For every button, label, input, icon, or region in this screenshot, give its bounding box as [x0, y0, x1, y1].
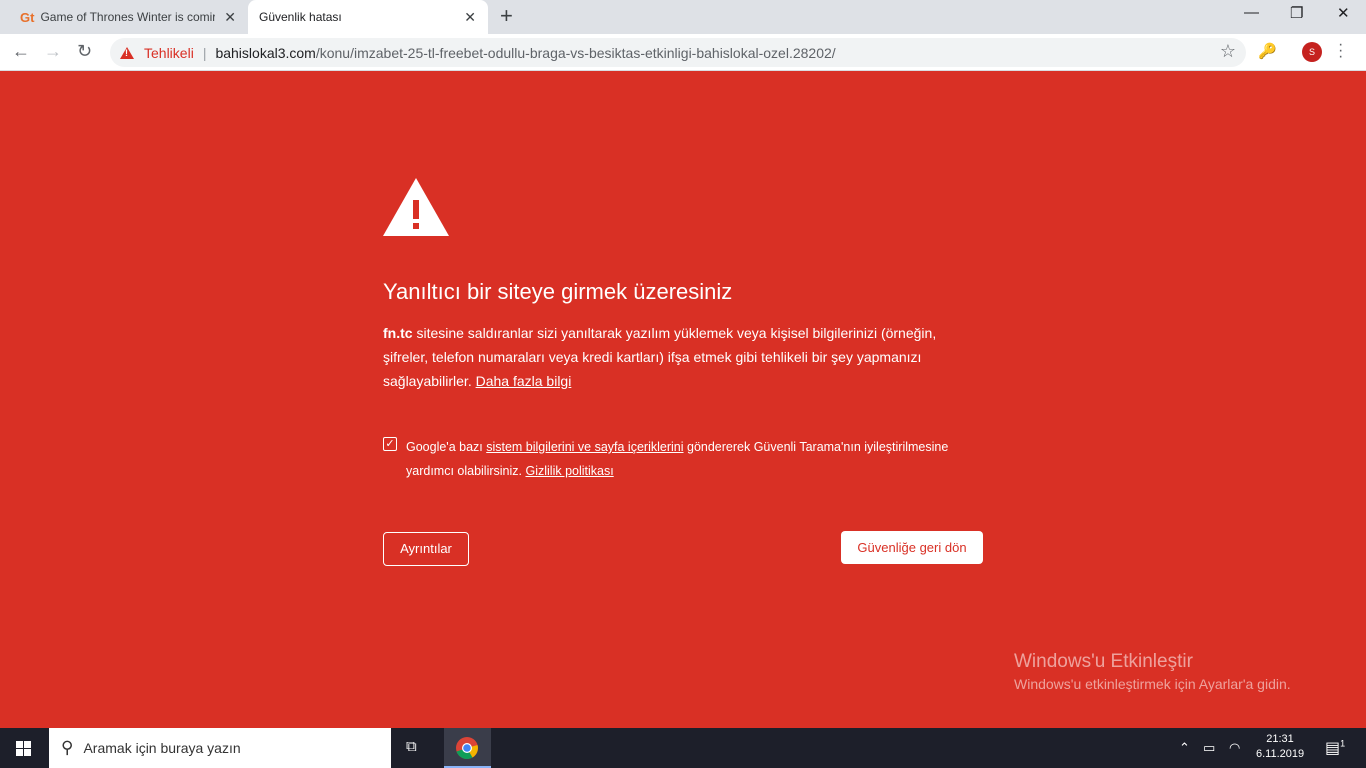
- chrome-taskbar-button[interactable]: [444, 728, 491, 768]
- privacy-policy-link[interactable]: Gizlilik politikası: [525, 464, 613, 478]
- windows-logo-icon: [16, 741, 31, 756]
- activation-subtitle: Windows'u etkinleştirmek için Ayarlar'a …: [1014, 676, 1291, 692]
- time: 21:31: [1266, 733, 1294, 745]
- url-host: bahislokal3.com: [215, 44, 316, 61]
- notification-count: 1: [1340, 738, 1346, 749]
- kebab-menu-icon[interactable]: · · ·: [1338, 37, 1343, 65]
- checkbox-checked-icon[interactable]: ✓: [383, 437, 397, 451]
- minimize-icon[interactable]: —: [1244, 4, 1259, 21]
- wifi-icon[interactable]: ◠: [1229, 740, 1240, 756]
- search-placeholder: Aramak için buraya yazın: [83, 740, 241, 756]
- restore-icon[interactable]: ❐: [1290, 4, 1303, 22]
- system-info-link[interactable]: sistem bilgilerini ve sayfa içeriklerini: [486, 440, 683, 454]
- close-tab-icon[interactable]: ✕: [224, 9, 236, 26]
- tab-game-of-thrones[interactable]: Gt Game of Thrones Winter is comir ✕: [8, 0, 248, 34]
- security-label[interactable]: Tehlikeli: [144, 45, 194, 61]
- search-icon: ⚲: [61, 738, 74, 757]
- date: 6.11.2019: [1256, 748, 1305, 760]
- start-button[interactable]: [0, 728, 48, 768]
- url-path: /konu/imzabet-25-tl-freebet-odullu-braga…: [315, 44, 836, 61]
- safe-browsing-optin: ✓ Google'a bazı sistem bilgilerini ve sa…: [383, 435, 983, 483]
- profile-avatar[interactable]: S: [1302, 42, 1322, 62]
- back-arrow-icon[interactable]: ←: [12, 41, 30, 62]
- back-to-safety-button[interactable]: Güvenliğe geri dön: [841, 531, 983, 564]
- gt-favicon-icon: Gt: [20, 9, 35, 25]
- chevron-up-icon[interactable]: ⌃: [1179, 740, 1190, 756]
- browser-toolbar: ← → ↻ Tehlikeli | bahislokal3.com/konu/i…: [0, 34, 1366, 71]
- window-close-icon[interactable]: ✕: [1337, 4, 1350, 22]
- taskbar: ⚲ Aramak için buraya yazın ⧉ ⌃ ▭ ◠ 21:31…: [0, 728, 1366, 768]
- activation-title: Windows'u Etkinleştir: [1014, 651, 1193, 672]
- windows-activation-watermark: Windows'u Etkinleştir Windows'u etkinleş…: [1014, 651, 1291, 692]
- details-button[interactable]: Ayrıntılar: [383, 532, 469, 566]
- warning-triangle-icon: [383, 178, 449, 236]
- notification-center-icon[interactable]: ▤1: [1325, 738, 1345, 758]
- optin-prefix: Google'a bazı: [406, 440, 487, 454]
- reload-icon[interactable]: ↻: [77, 41, 92, 62]
- tab-strip: Gt Game of Thrones Winter is comir ✕ Güv…: [0, 0, 1366, 34]
- new-tab-icon[interactable]: +: [500, 4, 513, 28]
- site-name: fn.tc: [383, 325, 413, 341]
- optin-text: Google'a bazı sistem bilgilerini ve sayf…: [383, 435, 983, 483]
- clock[interactable]: 21:31 6.11.2019: [1256, 732, 1304, 762]
- taskbar-search[interactable]: ⚲ Aramak için buraya yazın: [49, 728, 391, 768]
- learn-more-link[interactable]: Daha fazla bilgi: [476, 373, 572, 389]
- close-tab-icon[interactable]: ✕: [464, 9, 476, 26]
- explanation-text: fn.tc sitesine saldıranlar sizi yanıltar…: [383, 321, 983, 393]
- forward-arrow-icon[interactable]: →: [44, 41, 62, 62]
- battery-icon[interactable]: ▭: [1203, 740, 1215, 756]
- extension-key-icon[interactable]: 🔑: [1258, 42, 1277, 60]
- warning-icon[interactable]: [120, 46, 134, 59]
- explanation-body: sitesine saldıranlar sizi yanıltarak yaz…: [383, 325, 937, 389]
- tab-title: Game of Thrones Winter is comir: [40, 10, 216, 24]
- chrome-icon: [456, 737, 478, 760]
- tab-title: Güvenlik hatası: [259, 10, 342, 24]
- tab-security-error[interactable]: Güvenlik hatası ✕: [248, 0, 488, 34]
- page-title: Yanıltıcı bir siteye girmek üzeresiniz: [383, 279, 733, 304]
- bookmark-star-icon[interactable]: ☆: [1220, 41, 1236, 62]
- address-bar[interactable]: Tehlikeli | bahislokal3.com/konu/imzabet…: [110, 38, 1246, 67]
- task-view-icon[interactable]: ⧉: [406, 738, 417, 755]
- divider: |: [202, 44, 207, 61]
